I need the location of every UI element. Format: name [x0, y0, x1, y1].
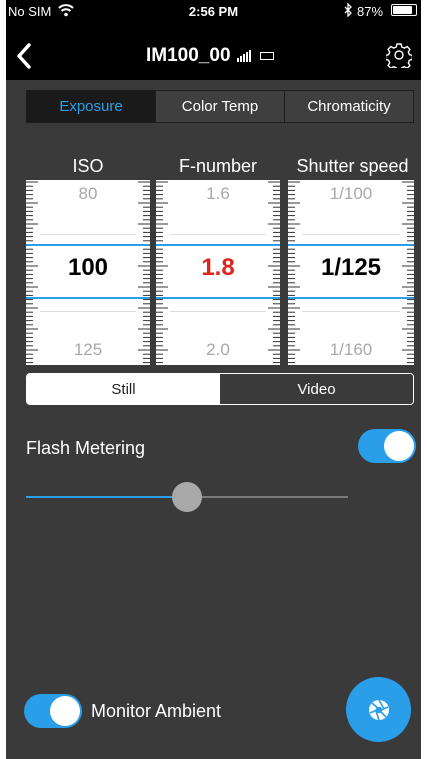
selection-line	[288, 297, 414, 299]
monitor-ambient-label: Monitor Ambient	[91, 701, 222, 721]
still-option[interactable]: Still	[27, 374, 220, 404]
bluetooth-icon	[344, 2, 353, 20]
f-number-value: 1.8	[201, 254, 235, 281]
battery-fill	[393, 6, 413, 14]
aperture-icon	[368, 699, 389, 720]
flash-metering-switch[interactable]	[358, 429, 416, 463]
dial-divider	[302, 311, 400, 312]
dial-divider	[40, 234, 136, 235]
flash-level-slider[interactable]	[26, 482, 348, 512]
dial-divider	[302, 234, 400, 235]
f-number-prev-value: 1.6	[206, 184, 230, 203]
device-title: IM100_00	[146, 34, 274, 78]
device-name: IM100_00	[146, 45, 231, 66]
iso-prev-value: 80	[78, 184, 98, 203]
device-battery-icon	[259, 52, 274, 60]
slider-thumb[interactable]	[172, 482, 202, 512]
shutter-prev-value: 1/100	[329, 184, 373, 203]
slider-track-filled	[26, 496, 187, 498]
selection-line	[156, 297, 280, 299]
switch-knob	[384, 431, 414, 461]
monitor-ambient-switch[interactable]	[24, 694, 82, 728]
shutter-value: 1/125	[320, 254, 382, 281]
signal-icon	[236, 50, 251, 62]
selection-line	[288, 244, 414, 246]
iso-value: 100	[67, 254, 109, 281]
battery-icon	[391, 4, 417, 16]
shutter-button[interactable]	[346, 677, 411, 742]
nav-bar: IM100_00	[6, 34, 421, 78]
dial-divider	[170, 311, 266, 312]
slider-track-empty	[187, 496, 348, 498]
app-screen: No SIM 2:56 PM 87% IM100_00 Exposure Col…	[6, 0, 421, 759]
tab-exposure[interactable]: Exposure	[27, 91, 156, 122]
battery-percent: 87%	[357, 4, 384, 19]
status-bar: No SIM 2:56 PM 87%	[6, 0, 421, 22]
tab-color-temp[interactable]: Color Temp	[156, 91, 285, 122]
dial-divider	[40, 311, 136, 312]
iso-label: ISO	[72, 156, 104, 176]
dial-divider	[170, 234, 266, 235]
shutter-speed-dial[interactable]: 1/100 1/125 1/160	[288, 180, 414, 365]
top-bar: No SIM 2:56 PM 87% IM100_00	[6, 0, 421, 80]
still-video-toggle: Still Video	[26, 373, 414, 405]
shutter-speed-label: Shutter speed	[296, 156, 409, 176]
switch-knob	[50, 696, 80, 726]
mode-tabs: Exposure Color Temp Chromaticity	[26, 90, 414, 123]
video-option[interactable]: Video	[220, 374, 413, 404]
iso-dial[interactable]: 80 100 125	[26, 180, 150, 365]
f-number-next-value: 2.0	[206, 340, 230, 359]
back-chevron-icon[interactable]	[16, 34, 32, 80]
selection-line	[26, 244, 150, 246]
f-number-label: F-number	[178, 156, 258, 176]
tab-chromaticity[interactable]: Chromaticity	[285, 91, 413, 122]
selection-line	[26, 297, 150, 299]
flash-metering-label: Flash Metering	[26, 438, 146, 458]
iso-next-value: 125	[73, 340, 103, 359]
selection-line	[156, 244, 280, 246]
shutter-next-value: 1/160	[329, 340, 373, 359]
f-number-dial[interactable]: 1.6 1.8 2.0	[156, 180, 280, 365]
gear-icon[interactable]	[384, 42, 414, 73]
